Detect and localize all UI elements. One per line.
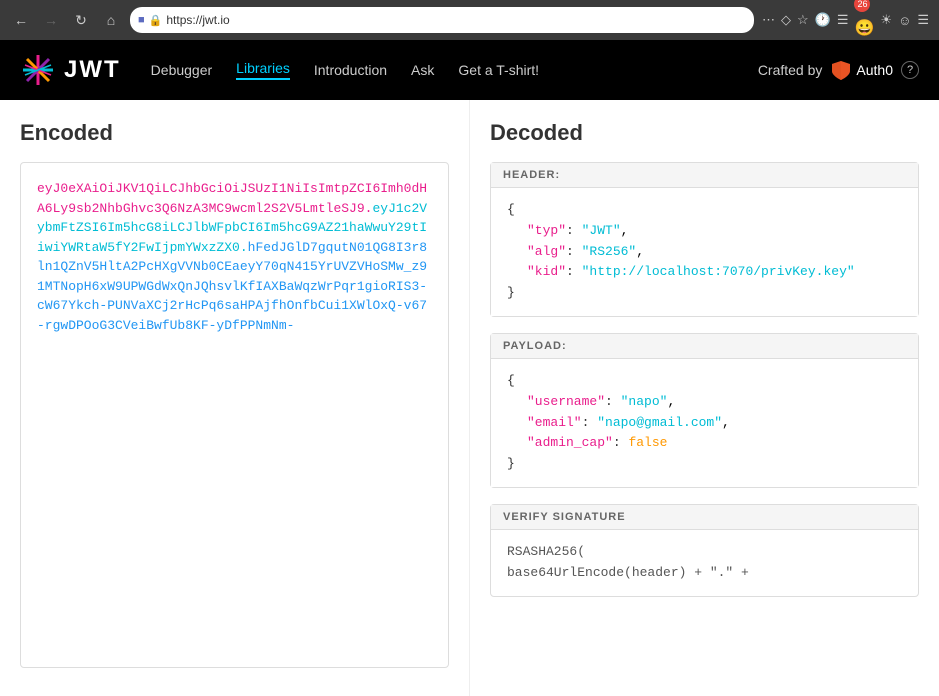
lock-icon: 🔒	[149, 14, 163, 27]
history-button[interactable]: 🕐	[815, 12, 831, 28]
addon-area: 26 😀	[854, 2, 874, 38]
logo-text: JWT	[64, 56, 121, 84]
more-button[interactable]: ⋯	[762, 12, 775, 28]
address-bar[interactable]: ■ 🔒 https://jwt.io	[130, 7, 754, 33]
encoded-part1: eyJ0eXAiOiJKV1QiLCJhbGciOiJSUzI1NiIsImtp…	[37, 181, 427, 216]
decoded-title: Decoded	[490, 120, 919, 146]
payload-section-label: PAYLOAD:	[491, 334, 918, 359]
auth0-logo: Auth0	[830, 59, 893, 81]
notification-badge: 26	[854, 0, 870, 12]
main-content: Encoded eyJ0eXAiOiJKV1QiLCJhbGciOiJSUzI1…	[0, 100, 939, 696]
site-header: JWT Debugger Libraries Introduction Ask …	[0, 40, 939, 100]
verify-section-label: VERIFY SIGNATURE	[491, 505, 918, 530]
shield-icon: ■	[138, 14, 145, 26]
verify-section-content: RSASHA256( base64UrlEncode(header) + "."…	[491, 530, 918, 596]
addon-button[interactable]: 😀	[854, 18, 874, 38]
encoded-panel: Encoded eyJ0eXAiOiJKV1QiLCJhbGciOiJSUzI1…	[0, 100, 470, 696]
header-section-label: HEADER:	[491, 163, 918, 188]
nav-ask[interactable]: Ask	[411, 62, 434, 78]
library-button[interactable]: ☰	[837, 12, 849, 28]
addon3-button[interactable]: ☺	[898, 13, 911, 28]
header-section-content: { "typ": "JWT", "alg": "RS256", "kid": "…	[491, 188, 918, 316]
encoded-box[interactable]: eyJ0eXAiOiJKV1QiLCJhbGciOiJSUzI1NiIsImtp…	[20, 162, 449, 668]
main-nav: Debugger Libraries Introduction Ask Get …	[151, 60, 758, 80]
verify-line1: RSASHA256(	[507, 542, 902, 563]
info-button[interactable]: ?	[901, 61, 919, 79]
pocket-button[interactable]: ◇	[781, 12, 791, 28]
auth0-text: Auth0	[856, 62, 893, 78]
header-section: HEADER: { "typ": "JWT", "alg": "RS256", …	[490, 162, 919, 317]
browser-chrome: ← → ↻ ⌂ ■ 🔒 https://jwt.io ⋯ ◇ ☆ 🕐 ☰ 26 …	[0, 0, 939, 40]
forward-button[interactable]: →	[40, 9, 62, 31]
nav-debugger[interactable]: Debugger	[151, 62, 213, 78]
payload-section: PAYLOAD: { "username": "napo", "email": …	[490, 333, 919, 488]
logo-area: JWT	[20, 52, 121, 88]
crafted-by-text: Crafted by	[758, 62, 823, 78]
jwt-logo-icon	[20, 52, 56, 88]
nav-introduction[interactable]: Introduction	[314, 62, 387, 78]
verify-section: VERIFY SIGNATURE RSASHA256( base64UrlEnc…	[490, 504, 919, 597]
addon2-button[interactable]: ☀	[880, 12, 892, 28]
back-button[interactable]: ←	[10, 9, 32, 31]
star-button[interactable]: ☆	[797, 12, 809, 28]
nav-libraries[interactable]: Libraries	[236, 60, 290, 80]
menu-button[interactable]: ☰	[917, 12, 929, 28]
home-button[interactable]: ⌂	[100, 9, 122, 31]
decoded-panel: Decoded HEADER: { "typ": "JWT", "alg": "…	[470, 100, 939, 696]
reload-button[interactable]: ↻	[70, 9, 92, 31]
url-text: https://jwt.io	[166, 13, 229, 27]
encoded-title: Encoded	[20, 120, 449, 146]
payload-section-content: { "username": "napo", "email": "napo@gma…	[491, 359, 918, 487]
crafted-by-area: Crafted by Auth0 ?	[758, 59, 919, 81]
nav-tshirt[interactable]: Get a T-shirt!	[458, 62, 539, 78]
browser-actions: ⋯ ◇ ☆ 🕐 ☰ 26 😀 ☀ ☺ ☰	[762, 2, 929, 38]
auth0-shield-icon	[830, 59, 852, 81]
verify-line2: base64UrlEncode(header) + "." +	[507, 563, 902, 584]
